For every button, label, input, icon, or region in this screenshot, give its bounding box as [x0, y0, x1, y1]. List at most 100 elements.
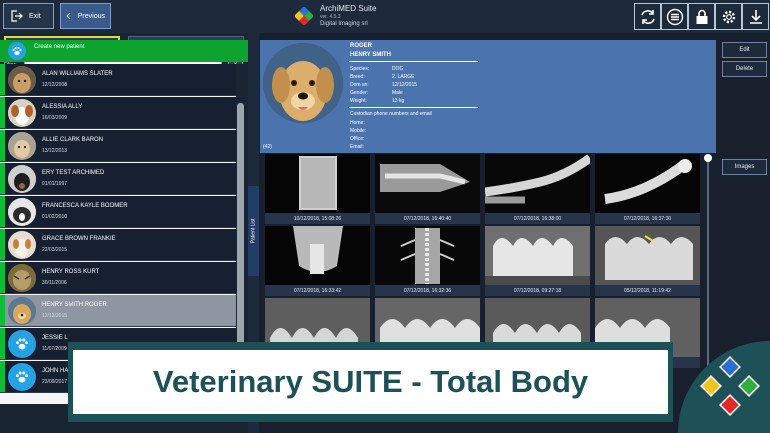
patient-avatar	[8, 165, 36, 193]
row-status-stripe	[0, 361, 5, 392]
app-version: ver. 4.5.3	[320, 14, 341, 20]
menu-button[interactable]	[661, 3, 688, 30]
create-patient-label: Create new patient	[34, 44, 85, 50]
patient-date: 12/12/2015	[42, 313, 68, 319]
exit-button[interactable]: Exit	[3, 3, 54, 29]
patient-avatar	[8, 231, 36, 259]
patient-card: (42) ROGER HENRY SMITH Species: DOG Bree…	[260, 40, 716, 153]
patient-list-toggle-label: Patient List	[250, 218, 257, 244]
home-label: Home:	[350, 120, 365, 126]
patient-photo	[263, 43, 343, 123]
patient-date: 13/12/2013	[42, 148, 68, 154]
image-thumbnail[interactable]: 07/12/2018, 16:38:00	[485, 154, 590, 224]
exit-icon	[11, 10, 23, 22]
row-status-stripe	[0, 229, 5, 260]
paw-icon	[8, 363, 36, 391]
edit-button[interactable]: Edit	[722, 42, 767, 58]
paw-icon	[8, 42, 26, 60]
row-status-stripe	[0, 328, 5, 359]
lock-button[interactable]	[688, 3, 715, 30]
image-timestamp: 07/12/2018, 16:32:36	[375, 285, 480, 296]
image-timestamp: 07/12/2018, 16:38:00	[485, 213, 590, 224]
previous-label: Previous	[77, 12, 105, 20]
patient-row[interactable]: FRANCESCA KAYLE BOOMER 01/02/2010	[0, 196, 236, 228]
delete-button[interactable]: Delete	[722, 61, 767, 77]
patient-name: GRACE BROWN FRANKIE	[42, 236, 116, 242]
patient-row[interactable]: ALAN WILLIAMS SLATER 12/12/2008	[0, 64, 236, 96]
weight-value: 13 kg	[392, 98, 405, 104]
image-thumbnail[interactable]: 07/12/2018, 16:33:42	[265, 226, 370, 296]
image-timestamp: 07/12/2018, 16:37:30	[595, 213, 700, 224]
card-divider	[349, 61, 478, 62]
patient-name: JESSIE L	[42, 335, 68, 341]
row-status-stripe	[0, 163, 5, 194]
image-timestamp: 07/12/2018, 16:33:42	[265, 285, 370, 296]
archimed-logo-icon	[295, 7, 313, 25]
patient-row-selected[interactable]: HENRY SMITH ROGER 12/12/2015	[0, 295, 236, 327]
patient-date: 12/12/2008	[42, 82, 68, 88]
exit-label: Exit	[29, 12, 41, 20]
row-status-stripe	[0, 262, 5, 293]
image-thumbnail[interactable]: 07/12/2018, 16:32:36	[375, 226, 480, 296]
patient-date: 01/02/2010	[42, 214, 68, 220]
patient-date: 22/03/2015	[42, 247, 68, 253]
refresh-icon	[640, 9, 655, 24]
image-timestamp: 05/12/2018, 11:19:42	[595, 285, 700, 296]
patient-name: JOHN HA	[42, 368, 69, 374]
dob-label: Dom sn:	[350, 82, 369, 88]
patient-avatar	[8, 198, 36, 226]
card-divider	[349, 107, 478, 108]
image-thumbnail[interactable]: 10/12/2018, 15:08:26	[265, 154, 370, 224]
image-timestamp: 07/12/2018, 09:27:18	[485, 285, 590, 296]
image-thumbnail[interactable]: 05/12/2018, 11:19:42	[595, 226, 700, 296]
download-button[interactable]	[742, 3, 769, 30]
gear-icon	[722, 10, 735, 23]
image-thumbnail[interactable]: 07/12/2018, 09:27:18	[485, 226, 590, 296]
promo-banner: Veterinary SUITE - Total Body	[73, 350, 668, 414]
patient-date: 01/01/1997	[42, 181, 68, 187]
refresh-button[interactable]	[634, 3, 661, 30]
breed-label: Breed:	[350, 74, 365, 80]
patient-row[interactable]: ALESSIA ALLY 16/03/2009	[0, 97, 236, 129]
previous-button[interactable]: Previous	[60, 3, 111, 29]
patient-row[interactable]: ALLIE CLARK BARON 13/12/2013	[0, 130, 236, 162]
email-label: Email:	[350, 144, 364, 150]
row-status-stripe	[0, 196, 5, 227]
patient-row[interactable]: ERY TEST ARCHIMED 01/01/1997	[0, 163, 236, 195]
patient-avatar	[8, 66, 36, 94]
app-title: ArchiMED Suite	[320, 4, 377, 13]
chevron-left-icon	[66, 12, 71, 20]
patient-name: ALESSIA ALLY	[42, 104, 83, 110]
patient-name: ERY TEST ARCHIMED	[42, 170, 105, 176]
patient-row[interactable]: GRACE BROWN FRANKIE 22/03/2015	[0, 229, 236, 261]
image-thumbnail[interactable]: 07/12/2018, 16:37:30	[595, 154, 700, 224]
top-toolbar: Exit Previous ArchiMED Suite ver. 4.5.3 …	[0, 0, 770, 33]
patient-list-toggle[interactable]: Patient List	[248, 186, 259, 276]
gender-label: Gender:	[350, 90, 369, 96]
patient-last-name: HENRY SMITH	[350, 52, 392, 58]
patient-list-scroll-thumb[interactable]	[237, 103, 244, 361]
image-grid-scroll-handle[interactable]	[704, 154, 712, 162]
gender-value: Male	[392, 90, 403, 96]
image-thumbnail[interactable]: 07/12/2018, 16:40:40	[375, 154, 480, 224]
menu-icon	[666, 8, 683, 25]
row-status-stripe	[0, 130, 5, 161]
patient-row[interactable]: HENRY ROSS KURT 30/11/2006	[0, 262, 236, 294]
custodian-title: Custodian phone numbers and email	[350, 111, 432, 117]
mobile-label: Mobile:	[350, 128, 367, 134]
banner-text: Veterinary SUITE - Total Body	[152, 364, 589, 399]
row-status-stripe	[0, 64, 5, 95]
image-timestamp: 07/12/2018, 16:40:40	[375, 213, 480, 224]
breed-value: 2. LARGE	[392, 74, 415, 80]
patient-date: 16/03/2009	[42, 115, 68, 121]
create-patient-button[interactable]: Create new patient	[0, 40, 248, 62]
settings-button[interactable]	[715, 3, 742, 30]
species-value: DOG	[392, 66, 404, 72]
images-button[interactable]: Images	[722, 159, 767, 175]
patient-first-name: ROGER	[350, 43, 373, 49]
paw-icon	[8, 330, 36, 358]
patient-date: 23/09/2017	[42, 379, 68, 385]
patient-name: FRANCESCA KAYLE BOOMER	[42, 203, 128, 209]
patient-name: HENRY ROSS KURT	[42, 269, 100, 275]
row-status-stripe	[0, 97, 5, 128]
